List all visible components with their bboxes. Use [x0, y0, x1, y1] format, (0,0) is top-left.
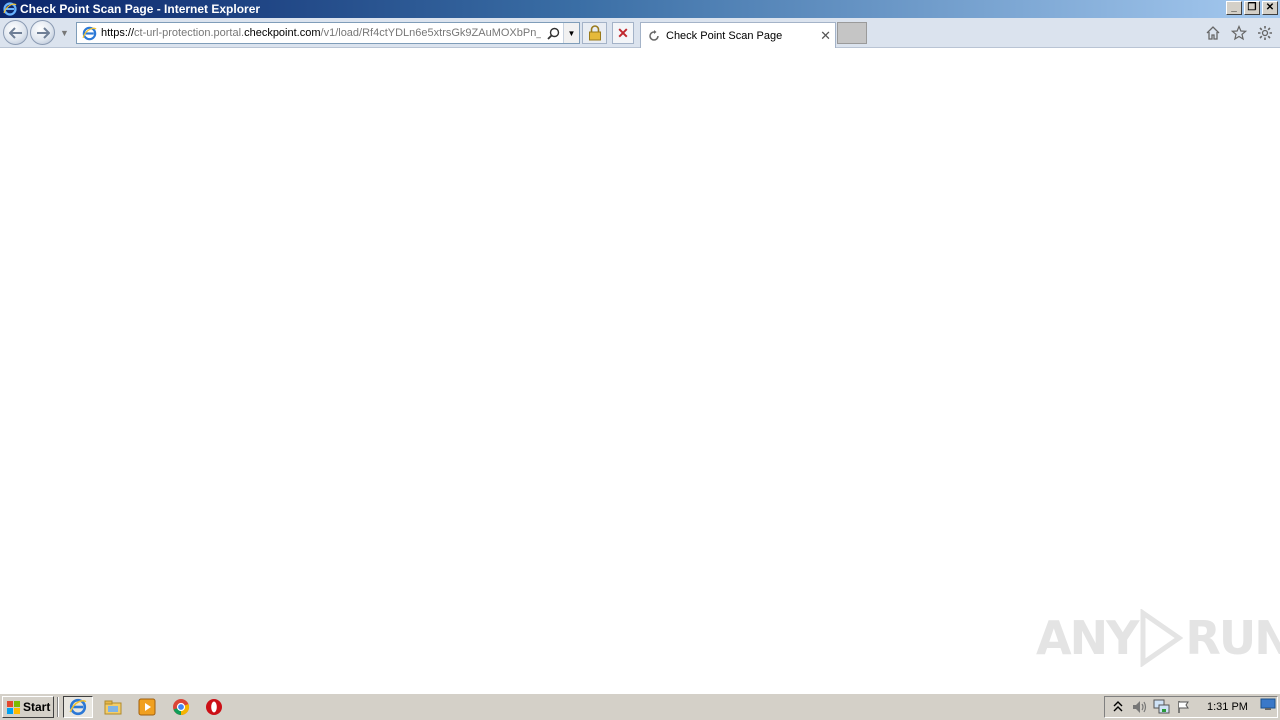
new-tab-button[interactable] — [837, 22, 867, 44]
close-button[interactable]: ✕ — [1262, 1, 1278, 15]
url-subdomain: ct-url-protection.portal. — [134, 27, 245, 39]
tab-label: Check Point Scan Page — [666, 29, 783, 42]
windows-logo-icon — [5, 699, 21, 715]
url-host: checkpoint.com — [244, 27, 321, 39]
window-title: Check Point Scan Page - Internet Explore… — [20, 2, 261, 16]
start-label: Start — [23, 700, 51, 714]
taskbar-chrome[interactable] — [166, 696, 196, 718]
taskbar-separator — [57, 697, 59, 717]
watermark-play-icon — [1139, 608, 1184, 668]
url-scheme: https:// — [101, 27, 135, 39]
file-explorer-icon — [104, 700, 122, 715]
url-path: /v1/load/Rf4ctYDLn6e5xtrsGk9ZAuMOXbPn_G — [320, 27, 541, 39]
opera-icon — [206, 699, 222, 715]
title-bar: Check Point Scan Page - Internet Explore… — [0, 0, 1280, 18]
taskbar-media-player[interactable] — [132, 696, 162, 718]
network-icon[interactable] — [1153, 698, 1171, 716]
chrome-icon — [173, 699, 190, 716]
system-tray: 1:31 PM — [1104, 696, 1278, 718]
forward-arrow-icon — [36, 26, 50, 39]
media-player-icon — [138, 698, 156, 716]
forward-button[interactable] — [30, 20, 55, 45]
anyrun-watermark: ANY RUN — [1036, 606, 1280, 670]
internet-explorer-icon — [69, 698, 87, 716]
lock-icon — [588, 25, 601, 41]
taskbar-file-explorer[interactable] — [98, 696, 128, 718]
back-arrow-icon — [8, 26, 22, 39]
tab-close-button[interactable]: ✕ — [820, 28, 831, 44]
favorites-star-icon[interactable] — [1230, 24, 1248, 42]
security-lock-button[interactable] — [582, 22, 607, 44]
taskbar-internet-explorer[interactable] — [63, 696, 93, 718]
taskbar: Start 1:31 PM — [0, 693, 1280, 720]
watermark-right-text: RUN — [1185, 611, 1280, 665]
stop-button[interactable]: ✕ — [612, 22, 634, 44]
recent-pages-dropdown-icon[interactable]: ▼ — [60, 28, 69, 38]
back-button[interactable] — [3, 20, 28, 45]
tools-gear-icon[interactable] — [1256, 24, 1274, 42]
clock[interactable]: 1:31 PM — [1207, 701, 1248, 713]
window-controls: _ ❐ ✕ — [1226, 1, 1278, 15]
address-bar[interactable]: https://ct-url-protection.portal.checkpo… — [76, 22, 580, 44]
browser-toolbar: ▼ https://ct-url-protection.portal.check… — [0, 18, 1280, 48]
minimize-button[interactable]: _ — [1226, 1, 1242, 15]
show-hidden-icons-icon[interactable] — [1109, 698, 1127, 716]
watermark-left-text: ANY — [1036, 611, 1139, 665]
action-center-flag-icon[interactable] — [1175, 698, 1193, 716]
show-desktop-icon[interactable] — [1260, 697, 1276, 711]
page-content: ANY RUN — [0, 48, 1280, 693]
search-icon[interactable] — [545, 25, 561, 41]
tab-check-point-scan-page[interactable]: Check Point Scan Page ✕ — [640, 22, 836, 48]
internet-explorer-icon — [2, 1, 18, 17]
command-icons — [1204, 24, 1274, 42]
taskbar-opera[interactable] — [199, 696, 229, 718]
address-url[interactable]: https://ct-url-protection.portal.checkpo… — [101, 27, 541, 39]
start-button[interactable]: Start — [2, 696, 54, 718]
address-dropdown-button[interactable]: ▼ — [563, 23, 579, 43]
restore-button[interactable]: ❐ — [1244, 1, 1260, 15]
volume-icon[interactable] — [1131, 698, 1149, 716]
home-icon[interactable] — [1204, 24, 1222, 42]
loading-spinner-icon — [647, 29, 661, 43]
site-ie-icon — [80, 24, 98, 42]
